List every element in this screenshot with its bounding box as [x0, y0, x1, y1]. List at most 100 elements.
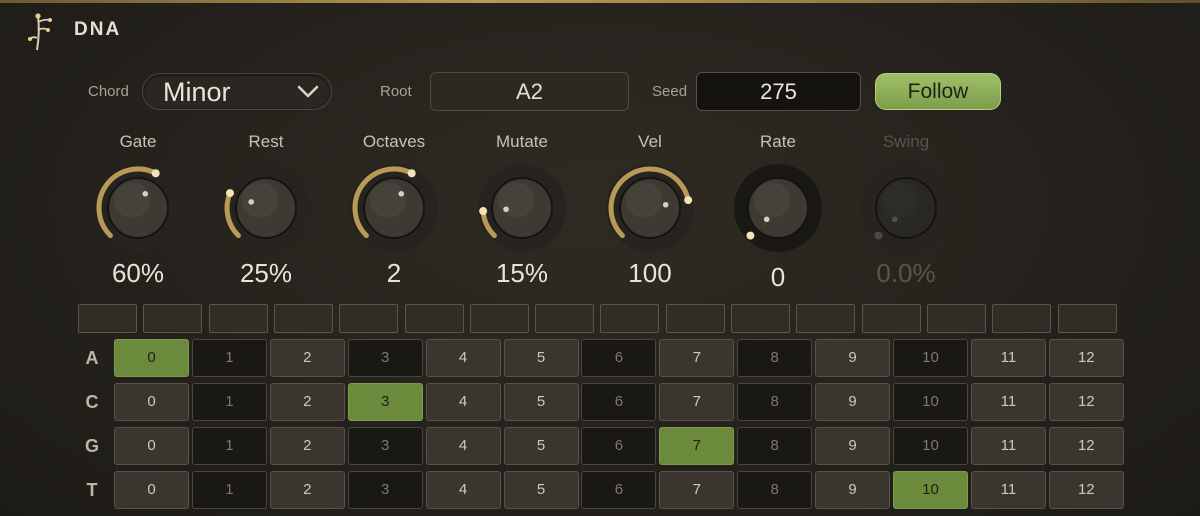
grid-cell[interactable]: 10	[893, 339, 968, 377]
step-cell[interactable]	[665, 304, 725, 333]
knob-dial[interactable]	[346, 160, 442, 256]
seed-label: Seed	[652, 83, 688, 100]
step-cell[interactable]	[861, 304, 921, 333]
grid-cell[interactable]: 0	[114, 383, 189, 421]
grid-cell[interactable]: 7	[659, 471, 735, 509]
grid-cell[interactable]: 6	[581, 339, 657, 377]
knob-octaves[interactable]: Octaves 2	[330, 130, 458, 300]
grid-cell[interactable]: 1	[191, 471, 267, 509]
grid-cell[interactable]: 3	[347, 383, 423, 421]
root-note-field[interactable]: A2	[430, 72, 629, 111]
grid-cell[interactable]: 1	[191, 383, 267, 421]
grid-cell[interactable]: 9	[815, 339, 891, 377]
step-cell[interactable]	[404, 304, 464, 333]
grid-cell[interactable]: 11	[970, 339, 1046, 377]
grid-cell[interactable]: 0	[114, 471, 189, 509]
grid-cell[interactable]: 11	[970, 471, 1046, 509]
grid-cell[interactable]: 10	[893, 383, 968, 421]
grid-cell[interactable]: 12	[1048, 383, 1124, 421]
top-accent-line	[0, 0, 1200, 3]
knob-dial[interactable]	[730, 160, 826, 256]
grid-cell[interactable]: 3	[347, 427, 423, 465]
grid-cell[interactable]: 12	[1048, 427, 1124, 465]
grid-row-label: G	[84, 436, 99, 456]
grid-cell[interactable]: 6	[581, 427, 657, 465]
seed-input[interactable]: 275	[696, 72, 861, 111]
grid-cell[interactable]: 0	[114, 339, 189, 377]
knob-dial[interactable]	[474, 160, 570, 256]
knob-rest[interactable]: Rest 25%	[202, 130, 330, 300]
grid-cell[interactable]: 9	[815, 383, 891, 421]
grid-cell[interactable]: 7	[659, 339, 735, 377]
grid-cell[interactable]: 2	[269, 383, 345, 421]
step-cell[interactable]	[992, 304, 1052, 333]
grid-cell[interactable]: 8	[737, 471, 813, 509]
knob-label: Vel	[638, 132, 662, 151]
chord-label: Chord	[88, 83, 129, 100]
grid-cell[interactable]: 7	[659, 383, 735, 421]
grid-cell[interactable]: 5	[503, 383, 579, 421]
grid-cell[interactable]: 8	[737, 383, 813, 421]
grid-cell[interactable]: 2	[269, 471, 345, 509]
step-cell[interactable]	[796, 304, 856, 333]
root-label: Root	[380, 83, 412, 100]
grid-cell[interactable]: 2	[269, 427, 345, 465]
grid-cell[interactable]: 9	[815, 427, 891, 465]
dna-logo-icon	[28, 13, 52, 51]
grid-cell[interactable]: 4	[425, 471, 501, 509]
step-cell[interactable]	[78, 304, 137, 333]
grid-cell[interactable]: 1	[191, 339, 267, 377]
grid-cell[interactable]: 5	[503, 427, 579, 465]
knob-handle	[479, 207, 488, 216]
grid-cell[interactable]: 12	[1048, 471, 1124, 509]
grid-cell[interactable]: 0	[114, 427, 189, 465]
step-cell[interactable]	[339, 304, 399, 333]
grid-cell[interactable]: 6	[581, 471, 657, 509]
chevron-down-icon	[297, 85, 319, 98]
knob-handle	[151, 169, 160, 178]
grid-cell[interactable]: 9	[815, 471, 891, 509]
grid-cell[interactable]: 8	[737, 427, 813, 465]
step-cell[interactable]	[273, 304, 333, 333]
grid-cell[interactable]: 7	[659, 427, 735, 465]
step-cell[interactable]	[1057, 304, 1117, 333]
knob-gate[interactable]: Gate 60%	[74, 130, 202, 300]
step-cell[interactable]	[731, 304, 790, 333]
grid-cell[interactable]: 10	[893, 427, 968, 465]
grid-cell[interactable]: 4	[425, 383, 501, 421]
grid-cell[interactable]: 4	[425, 339, 501, 377]
knob-dial[interactable]	[602, 160, 698, 256]
grid-cell[interactable]: 5	[503, 471, 579, 509]
knob-value: 0	[770, 262, 786, 292]
step-cell[interactable]	[600, 304, 660, 333]
knob-value: 60%	[111, 258, 165, 288]
grid-cell[interactable]: 3	[347, 339, 423, 377]
step-cell[interactable]	[208, 304, 268, 333]
knob-dial[interactable]	[858, 160, 954, 256]
knob-label: Mutate	[496, 132, 548, 151]
step-cell[interactable]	[926, 304, 986, 333]
knob-vel[interactable]: Vel 100	[586, 130, 714, 300]
step-cell[interactable]	[143, 304, 203, 333]
grid-cell[interactable]: 4	[425, 427, 501, 465]
step-cell[interactable]	[469, 304, 529, 333]
grid-cell[interactable]: 3	[347, 471, 423, 509]
knob-label: Rate	[760, 132, 796, 151]
grid-cell[interactable]: 8	[737, 339, 813, 377]
grid-cell[interactable]: 11	[970, 427, 1046, 465]
knob-mutate[interactable]: Mutate 15%	[458, 130, 586, 300]
grid-cell[interactable]: 10	[893, 471, 968, 509]
grid-cell[interactable]: 5	[503, 339, 579, 377]
grid-cell[interactable]: 11	[970, 383, 1046, 421]
follow-button[interactable]: Follow	[875, 73, 1001, 110]
knob-dial[interactable]	[90, 160, 186, 256]
grid-cell[interactable]: 1	[191, 427, 267, 465]
knob-rate[interactable]: Rate 0	[714, 130, 842, 300]
step-cell[interactable]	[535, 304, 595, 333]
grid-cell[interactable]: 12	[1048, 339, 1124, 377]
knob-highlight	[882, 182, 918, 218]
grid-cell[interactable]: 2	[269, 339, 345, 377]
knob-dial[interactable]	[218, 160, 314, 256]
grid-cell[interactable]: 6	[581, 383, 657, 421]
chord-select[interactable]: Minor	[142, 73, 332, 110]
